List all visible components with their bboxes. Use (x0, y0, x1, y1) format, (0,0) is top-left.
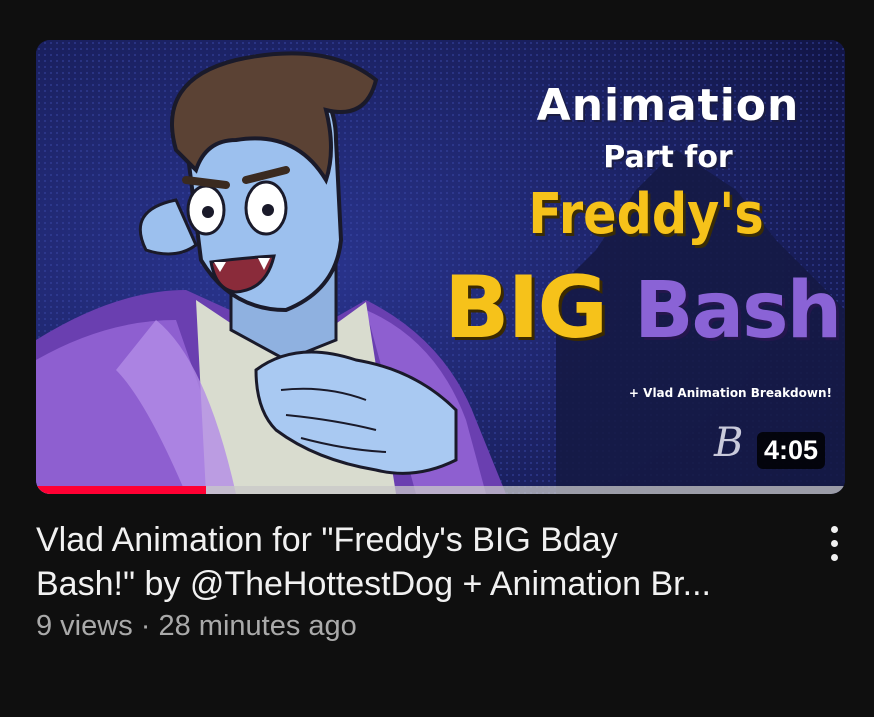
thumbnail-artwork (36, 40, 845, 494)
duration-badge: 4:05 (756, 432, 825, 469)
video-metadata: 9 views · 28 minutes ago (36, 610, 357, 642)
video-title-line-2: Bash!" by @TheHottestDog + Animation Br.… (36, 565, 711, 603)
video-title[interactable]: Vlad Animation for "Freddy's BIG Bday Ba… (36, 518, 806, 606)
watch-progress-fill (36, 486, 206, 494)
video-card: Animation Part for Freddy's BIG Bash! + … (0, 0, 874, 717)
video-thumbnail[interactable]: Animation Part for Freddy's BIG Bash! + … (36, 40, 845, 494)
watch-progress-bar (36, 486, 845, 494)
menu-dot (831, 540, 838, 547)
video-title-line-1: Vlad Animation for "Freddy's BIG Bday (36, 521, 618, 559)
menu-dot (831, 554, 838, 561)
more-options-button[interactable] (820, 524, 850, 564)
menu-dot (831, 526, 838, 533)
